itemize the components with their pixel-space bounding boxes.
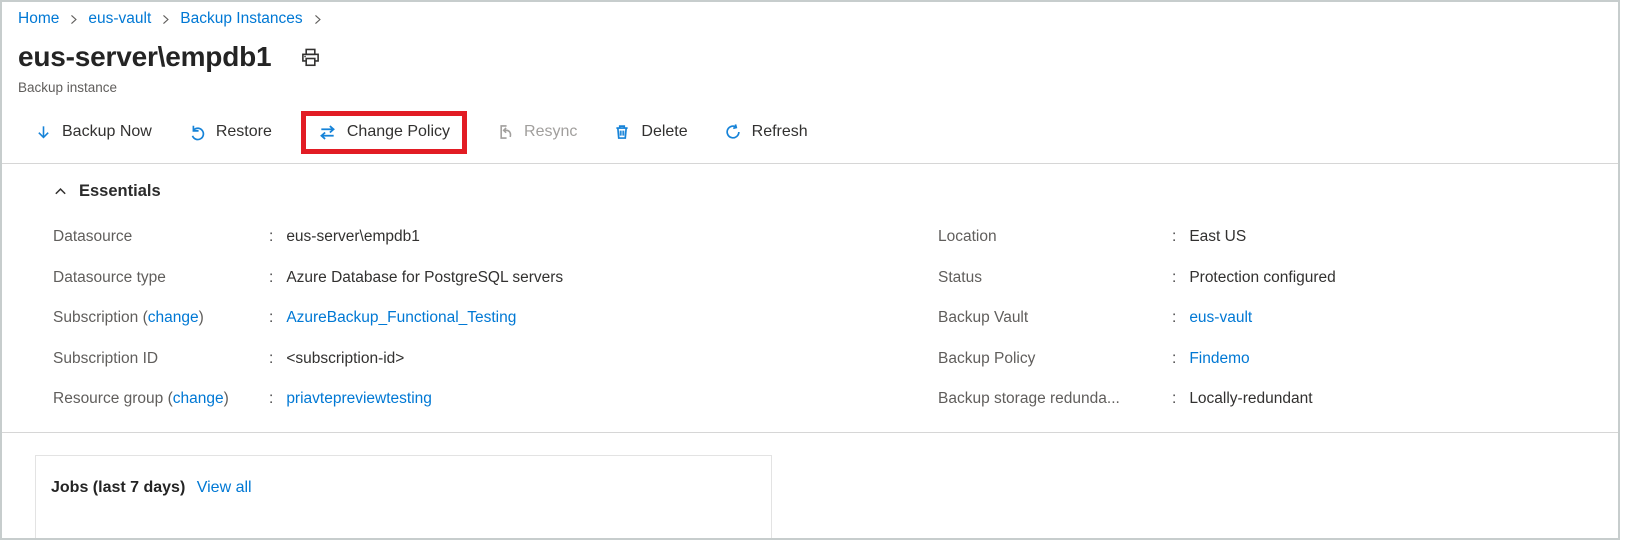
button-label: Change Policy	[347, 123, 450, 141]
field-value: Azure Database for PostgreSQL servers	[286, 269, 563, 287]
field-label: Datasource	[53, 228, 269, 246]
backup-policy-row: Backup Policy : Findemo	[938, 339, 1618, 380]
breadcrumb-backup-instances-link[interactable]: Backup Instances	[180, 10, 302, 28]
chevron-right-icon	[159, 13, 172, 26]
page: Home eus-vault Backup Instances eus-serv…	[0, 0, 1620, 540]
trash-icon	[613, 123, 631, 141]
print-button[interactable]	[299, 46, 322, 69]
location-row: Location : East US	[938, 217, 1618, 258]
chevron-right-icon	[311, 13, 324, 26]
page-header: eus-server\empdb1 Backup instance	[2, 28, 1618, 95]
essentials-divider	[2, 432, 1618, 433]
backup-policy-link[interactable]: Findemo	[1189, 350, 1249, 368]
subscription-link[interactable]: AzureBackup_Functional_Testing	[286, 309, 516, 327]
field-label: Subscription (change)	[53, 309, 269, 327]
jobs-card-title: Jobs (last 7 days)	[51, 479, 185, 496]
breadcrumb-eus-vault-link[interactable]: eus-vault	[88, 10, 151, 28]
field-label: Datasource type	[53, 269, 269, 287]
command-toolbar: Backup Now Restore Change Pol	[24, 105, 1618, 159]
resync-icon	[496, 123, 514, 141]
status-row: Status : Protection configured	[938, 258, 1618, 299]
essentials-right-column: Location : East US Status : Protection c…	[938, 217, 1618, 420]
subscription-row: Subscription (change) : AzureBackup_Func…	[53, 298, 938, 339]
field-label: Subscription ID	[53, 350, 269, 368]
change-policy-button[interactable]: Change Policy	[306, 116, 462, 149]
backup-vault-row: Backup Vault : eus-vault	[938, 298, 1618, 339]
page-title: eus-server\empdb1	[18, 41, 271, 73]
button-label: Backup Now	[62, 123, 152, 141]
subscription-id-row: Subscription ID : <subscription-id>	[53, 339, 938, 380]
field-label: Location	[938, 228, 1172, 246]
download-arrow-icon	[35, 124, 52, 141]
field-value: Locally-redundant	[1189, 390, 1312, 408]
restore-button[interactable]: Restore	[177, 117, 283, 147]
essentials-collapse-toggle[interactable]: Essentials	[53, 180, 161, 203]
change-resource-group-link[interactable]: change	[173, 390, 224, 407]
field-label: Backup storage redunda...	[938, 390, 1172, 408]
page-subtitle: Backup instance	[18, 80, 1618, 95]
essentials-section: Essentials Datasource : eus-server\empdb…	[2, 164, 1618, 420]
backup-storage-redundancy-row: Backup storage redunda... : Locally-redu…	[938, 379, 1618, 420]
field-value: Protection configured	[1189, 269, 1335, 287]
button-label: Delete	[641, 123, 687, 141]
change-subscription-link[interactable]: change	[148, 309, 199, 326]
field-label: Status	[938, 269, 1172, 287]
resync-button[interactable]: Resync	[485, 117, 588, 147]
button-label: Refresh	[752, 123, 808, 141]
restore-arrow-icon	[188, 123, 206, 141]
refresh-icon	[724, 123, 742, 141]
field-label: Resource group (change)	[53, 390, 269, 408]
field-label: Backup Policy	[938, 350, 1172, 368]
resource-group-link[interactable]: priavtepreviewtesting	[286, 390, 432, 408]
button-label: Restore	[216, 123, 272, 141]
jobs-card: Jobs (last 7 days) View all	[35, 455, 772, 541]
chevron-right-icon	[67, 13, 80, 26]
backup-now-button[interactable]: Backup Now	[24, 117, 163, 147]
chevron-up-icon	[53, 184, 68, 199]
datasource-type-row: Datasource type : Azure Database for Pos…	[53, 258, 938, 299]
backup-vault-link[interactable]: eus-vault	[1189, 309, 1252, 327]
breadcrumb-home-link[interactable]: Home	[18, 10, 59, 28]
refresh-button[interactable]: Refresh	[713, 117, 819, 147]
swap-arrows-icon	[318, 123, 337, 142]
delete-button[interactable]: Delete	[602, 117, 698, 147]
field-label: Backup Vault	[938, 309, 1172, 327]
field-value: eus-server\empdb1	[286, 228, 420, 246]
essentials-title: Essentials	[79, 182, 161, 201]
view-all-jobs-link[interactable]: View all	[197, 479, 252, 496]
printer-icon	[299, 46, 322, 69]
datasource-row: Datasource : eus-server\empdb1	[53, 217, 938, 258]
breadcrumb: Home eus-vault Backup Instances	[2, 2, 1618, 28]
field-value: <subscription-id>	[286, 350, 404, 368]
resource-group-row: Resource group (change) : priavtepreview…	[53, 379, 938, 420]
essentials-left-column: Datasource : eus-server\empdb1 Datasourc…	[53, 217, 938, 420]
field-value: East US	[1189, 228, 1246, 246]
button-label: Resync	[524, 123, 577, 141]
change-policy-highlight-box: Change Policy	[301, 111, 467, 154]
